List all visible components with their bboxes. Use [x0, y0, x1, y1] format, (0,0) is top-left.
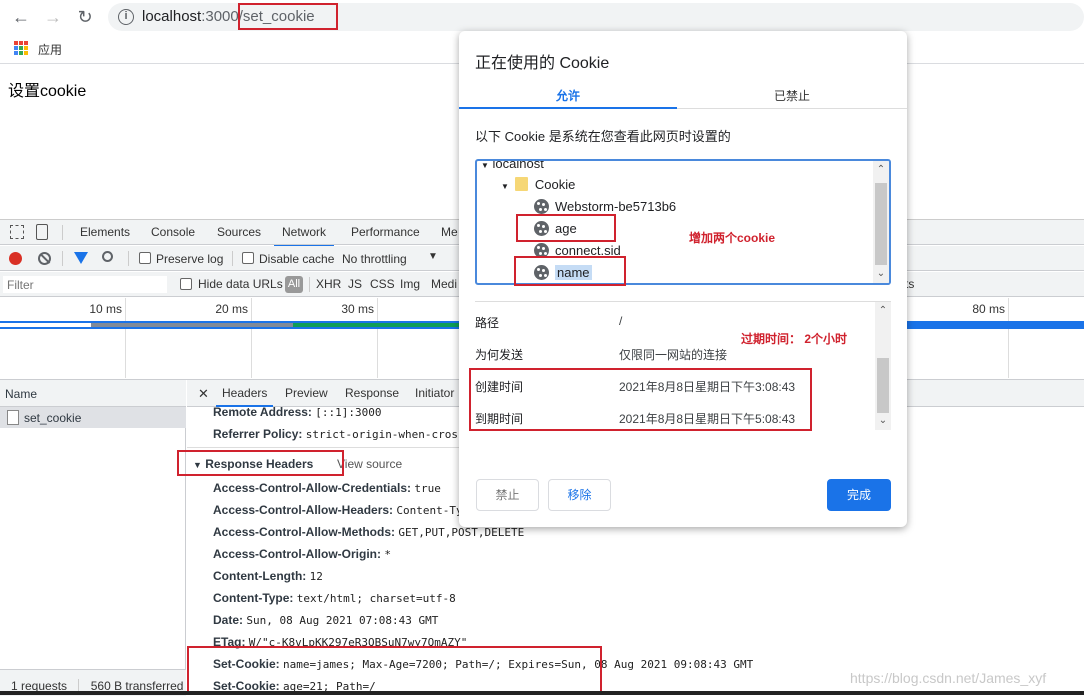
apps-bookmark[interactable]: 应用 — [38, 41, 62, 58]
annotation-box-name — [514, 256, 626, 286]
prop-value: 仅限同一网站的连接 — [619, 348, 728, 362]
clear-icon[interactable] — [38, 252, 51, 265]
annotation-added-cookies: 增加两个cookie — [689, 231, 776, 245]
tab-sources[interactable]: Sources — [217, 225, 261, 239]
annotation-box-response-headers — [177, 450, 344, 476]
props-scrollbar[interactable]: ⌃ ⌄ — [875, 302, 891, 430]
scroll-up-icon[interactable]: ⌃ — [875, 304, 891, 318]
scroll-thumb[interactable] — [877, 358, 889, 413]
name-column-header[interactable]: Name — [0, 380, 186, 407]
dialog-description: 以下 Cookie 是系统在您查看此网页时设置的 — [475, 129, 731, 144]
filter-icon[interactable] — [74, 252, 88, 264]
response-header-row: Access-Control-Allow-Origin: * — [213, 547, 391, 561]
inspect-element-icon[interactable] — [10, 225, 24, 239]
general-header-row: Remote Address: [::1]:3000 — [213, 405, 382, 419]
back-button[interactable]: ← — [10, 6, 32, 28]
search-icon[interactable] — [102, 251, 113, 262]
prop-key: 路径 — [475, 316, 500, 330]
tick-label: 20 ms — [215, 302, 248, 316]
close-icon[interactable]: ✕ — [198, 386, 209, 402]
filter-img-button[interactable]: Img — [400, 277, 420, 291]
request-row[interactable]: set_cookie — [0, 407, 186, 428]
scroll-thumb[interactable] — [875, 183, 887, 265]
annotation-box-set-cookie — [187, 646, 602, 694]
filter-xhr-button[interactable]: XHR — [316, 277, 341, 291]
dialog-title: 正在使用的 Cookie — [475, 55, 610, 72]
tick-label: 30 ms — [341, 302, 374, 316]
chevron-down-icon[interactable]: ▼ — [428, 251, 438, 262]
apps-grid-icon[interactable] — [14, 41, 28, 55]
tab-memory[interactable]: Me — [441, 225, 458, 239]
tick-label: 80 ms — [972, 302, 1005, 316]
tab-performance[interactable]: Performance — [351, 225, 420, 239]
scroll-down-icon[interactable]: ⌄ — [875, 414, 891, 428]
tab-response[interactable]: Response — [345, 386, 399, 400]
scroll-up-icon[interactable]: ⌃ — [873, 163, 889, 177]
tab-initiator[interactable]: Initiator — [415, 386, 454, 400]
info-icon[interactable]: i — [118, 9, 134, 25]
annotation-box-url — [238, 3, 338, 30]
disable-cache-label: Disable cache — [259, 252, 335, 266]
cookie-icon — [534, 199, 549, 214]
response-header-row: Content-Length: 12 — [213, 569, 323, 583]
page-heading: 设置cookie — [8, 83, 87, 100]
tree-scrollbar[interactable]: ⌃ ⌄ — [873, 161, 889, 283]
tree-folder-node[interactable]: ▼ Cookie — [501, 177, 575, 192]
tick-label: 10 ms — [89, 302, 122, 316]
tab-preview[interactable]: Preview — [285, 386, 328, 400]
disable-cache-checkbox[interactable] — [242, 252, 254, 264]
general-header-row: Referrer Policy: strict-origin-when-cros… — [213, 427, 465, 441]
filter-media-button[interactable]: Medi — [431, 277, 457, 291]
hide-data-urls-checkbox[interactable] — [180, 278, 192, 290]
folder-icon — [514, 177, 528, 191]
annotation-expiry: 过期时间： 2个小时 — [741, 332, 848, 346]
block-button[interactable]: 禁止 — [476, 479, 539, 511]
annotation-box-age — [516, 214, 616, 242]
taskbar-edge — [0, 691, 1084, 695]
tab-blocked[interactable]: 已禁止 — [677, 79, 907, 109]
tab-headers[interactable]: Headers — [215, 386, 274, 407]
forward-button[interactable]: → — [42, 6, 64, 28]
response-header-row: Access-Control-Allow-Headers: Content-Ty — [213, 503, 463, 517]
view-source-link[interactable]: View source — [337, 457, 402, 471]
tab-elements[interactable]: Elements — [80, 225, 130, 239]
prop-value: / — [619, 314, 623, 328]
filter-js-button[interactable]: JS — [348, 277, 362, 291]
document-icon — [7, 410, 19, 425]
reload-button[interactable]: ↻ — [74, 6, 96, 28]
response-header-row: Access-Control-Allow-Credentials: true — [213, 481, 441, 495]
prop-key: 为何发送 — [475, 348, 524, 362]
throttling-select[interactable]: No throttling — [342, 252, 407, 266]
tab-allowed[interactable]: 允许 — [459, 79, 677, 109]
preserve-log-checkbox[interactable] — [139, 252, 151, 264]
tab-network[interactable]: Network — [273, 225, 335, 247]
request-name: set_cookie — [24, 411, 82, 425]
cookies-in-use-dialog: 正在使用的 Cookie 允许 已禁止 以下 Cookie 是系统在您查看此网页… — [459, 31, 907, 527]
tree-site-node[interactable]: ▼ localhost — [481, 161, 544, 171]
done-button[interactable]: 完成 — [827, 479, 891, 511]
tree-cookie-item[interactable]: Webstorm-be5713b6 — [534, 199, 676, 214]
request-list: Name set_cookie 1 requests 560 B transfe… — [0, 380, 186, 696]
url-host: localhost — [142, 8, 202, 25]
response-header-row: Access-Control-Allow-Methods: GET,PUT,PO… — [213, 525, 525, 539]
browser-toolbar: ← → ↻ i localhost:3000/set_cookie — [0, 0, 1084, 34]
watermark: https://blog.csdn.net/James_xyf — [850, 670, 1047, 686]
annotation-box-times — [469, 368, 812, 431]
filter-css-button[interactable]: CSS — [370, 277, 395, 291]
url-port: :3000 — [201, 8, 239, 25]
remove-button[interactable]: 移除 — [548, 479, 611, 511]
hide-data-urls-label: Hide data URLs — [198, 277, 283, 291]
response-header-row: Content-Type: text/html; charset=utf-8 — [213, 591, 456, 605]
device-toolbar-icon[interactable] — [36, 224, 48, 240]
response-header-row: Date: Sun, 08 Aug 2021 07:08:43 GMT — [213, 613, 439, 627]
filter-input[interactable] — [3, 276, 167, 293]
tab-console[interactable]: Console — [151, 225, 195, 239]
record-icon[interactable] — [9, 252, 22, 265]
preserve-log-label: Preserve log — [156, 252, 224, 266]
filter-all-button[interactable]: All — [285, 276, 303, 293]
scroll-down-icon[interactable]: ⌄ — [873, 267, 889, 281]
